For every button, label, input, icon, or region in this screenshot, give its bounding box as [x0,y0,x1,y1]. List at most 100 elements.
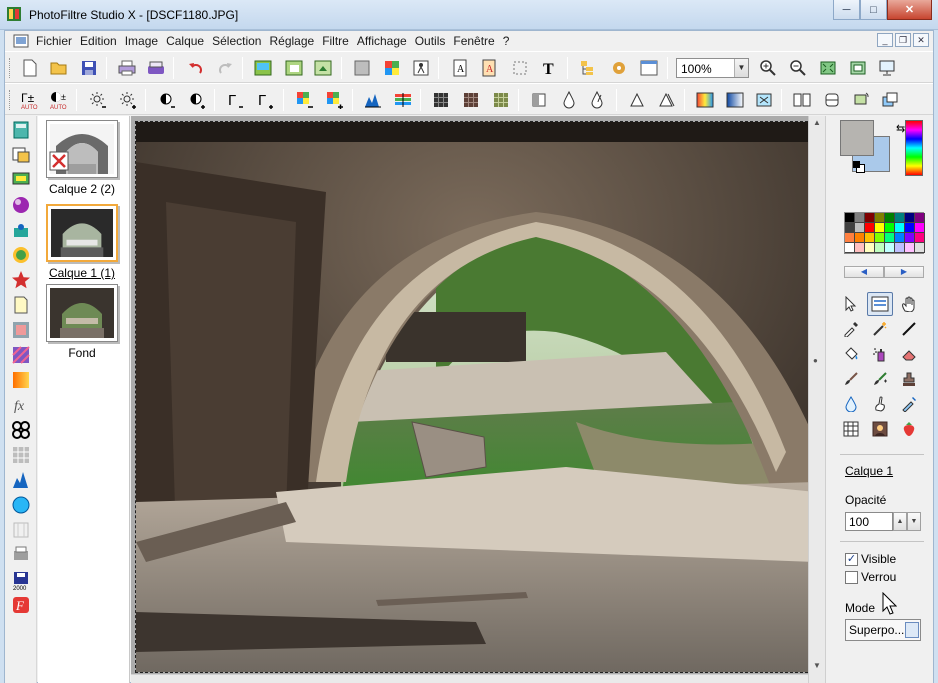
auto-levels-button[interactable]: Γ± AUTO [19,90,41,110]
palette-swatch[interactable] [905,233,915,243]
rgb-button[interactable] [381,58,403,78]
lock-checkbox[interactable] [845,570,858,584]
blend-mode-select[interactable]: Superpo... [845,619,921,641]
zoom-out-button[interactable] [787,58,809,78]
zoom-in-button[interactable] [757,58,779,78]
menu-affichage[interactable]: Affichage [356,34,414,48]
effect-icon[interactable] [11,220,31,240]
soften-button[interactable] [626,90,648,110]
menu-calque[interactable]: Calque [165,34,211,48]
print-button[interactable] [116,58,138,78]
texture-icon[interactable] [11,320,31,340]
circle-tool-icon[interactable] [11,495,31,515]
maximize-button[interactable]: □ [860,0,887,20]
palette-swatch[interactable] [855,223,865,233]
pipette-tool[interactable] [896,392,922,416]
gamma-minus-button[interactable]: Γ [225,90,247,110]
menu-fichier[interactable]: Fichier [35,34,79,48]
dropdown-button[interactable] [905,622,919,638]
palette-swatch[interactable] [855,243,865,253]
fit-window-button[interactable] [817,58,839,78]
visible-checkbox[interactable]: ✓ [845,552,858,566]
default-colors-icon[interactable] [853,161,865,173]
fullscreen-button[interactable] [876,58,898,78]
gradient-fill-icon[interactable] [11,370,31,390]
menu-filtre[interactable]: Filtre [321,34,356,48]
palette-swatch[interactable] [875,213,885,223]
opacity-spin-up[interactable]: ▲ [893,512,907,531]
smudge-tool[interactable] [867,392,893,416]
menu-outils[interactable]: Outils [414,34,453,48]
palette-swatch[interactable] [915,233,925,243]
palette-swatch[interactable] [885,213,895,223]
filter-sepia-button[interactable] [460,90,482,110]
palette-swatch[interactable] [875,233,885,243]
layer-item-selected[interactable]: Calque 1 (1) [43,204,121,280]
saturation-plus-button[interactable] [324,90,346,110]
vertical-scrollbar[interactable]: ▲ ● ▼ [808,116,825,683]
globe-icon[interactable] [11,245,31,265]
gamma-plus-button[interactable]: Γ [255,90,277,110]
menu-reglage[interactable]: Réglage [268,34,321,48]
saturation-minus-button[interactable] [294,90,316,110]
brightness-plus-button[interactable] [117,90,139,110]
soften-more-button[interactable] [656,90,678,110]
menu-fenetre[interactable]: Fenêtre [452,34,501,48]
window-button[interactable] [638,58,660,78]
palette-swatch[interactable] [865,213,875,223]
palette-swatch[interactable] [865,243,875,253]
rotate-button[interactable] [850,90,872,110]
palette-swatch[interactable] [875,223,885,233]
cylinder-button[interactable] [821,90,843,110]
palette-swatch[interactable] [885,243,895,253]
photo-canvas[interactable] [135,121,813,673]
calculator-icon[interactable] [11,120,31,140]
palette-prev-button[interactable]: ◀ [844,266,884,278]
eyedropper-tool[interactable] [838,317,864,341]
palette-swatch[interactable] [895,233,905,243]
palette-swatch[interactable] [895,213,905,223]
mosaic-icon[interactable] [11,445,31,465]
magic-wand-tool[interactable] [867,317,893,341]
deform-tool[interactable] [838,417,864,441]
palette-next-button[interactable]: ▶ [884,266,924,278]
pattern-tool[interactable] [867,417,893,441]
scan-portrait-button[interactable]: A [449,58,471,78]
explorer-button[interactable] [577,58,599,78]
advanced-brush-tool[interactable] [867,367,893,391]
palette-swatch[interactable] [875,243,885,253]
pattern-icon[interactable] [11,345,31,365]
opacity-input[interactable]: 100 [845,512,893,531]
menu-image[interactable]: Image [124,34,165,48]
deform-button[interactable] [753,90,775,110]
palette-swatch[interactable] [905,243,915,253]
doc-close-button[interactable]: ✕ [913,33,929,47]
frame-disabled-icon[interactable] [11,520,31,540]
sharpen-button[interactable] [558,90,580,110]
undo-button[interactable] [185,58,207,78]
palette-swatch[interactable] [885,223,895,233]
selection-rect-button[interactable] [509,58,531,78]
menu-edition[interactable]: Edition [79,34,124,48]
close-button[interactable]: ✕ [887,0,932,20]
text-tool-button[interactable]: T [538,58,560,78]
palette-swatch[interactable] [865,223,875,233]
hidden-layer-icon[interactable] [49,151,69,171]
printer-tool-icon[interactable] [11,545,31,565]
palette-swatch[interactable] [865,233,875,243]
doc-minimize-button[interactable]: _ [877,33,893,47]
blur-button[interactable] [528,90,550,110]
contrast-minus-button[interactable] [156,90,178,110]
redo-button[interactable] [214,58,236,78]
contrast-plus-button[interactable] [186,90,208,110]
eraser-tool[interactable] [896,342,922,366]
photofiltre-logo-icon[interactable]: F [11,595,31,615]
brush-tool[interactable] [838,367,864,391]
image-size-button[interactable] [312,58,334,78]
transform-button[interactable] [879,90,901,110]
palette-swatch[interactable] [845,233,855,243]
lock-checkbox-row[interactable]: Verrou [845,570,896,584]
color-palette[interactable] [844,212,925,254]
automate-button[interactable] [410,58,432,78]
visible-checkbox-row[interactable]: ✓ Visible [845,552,896,566]
